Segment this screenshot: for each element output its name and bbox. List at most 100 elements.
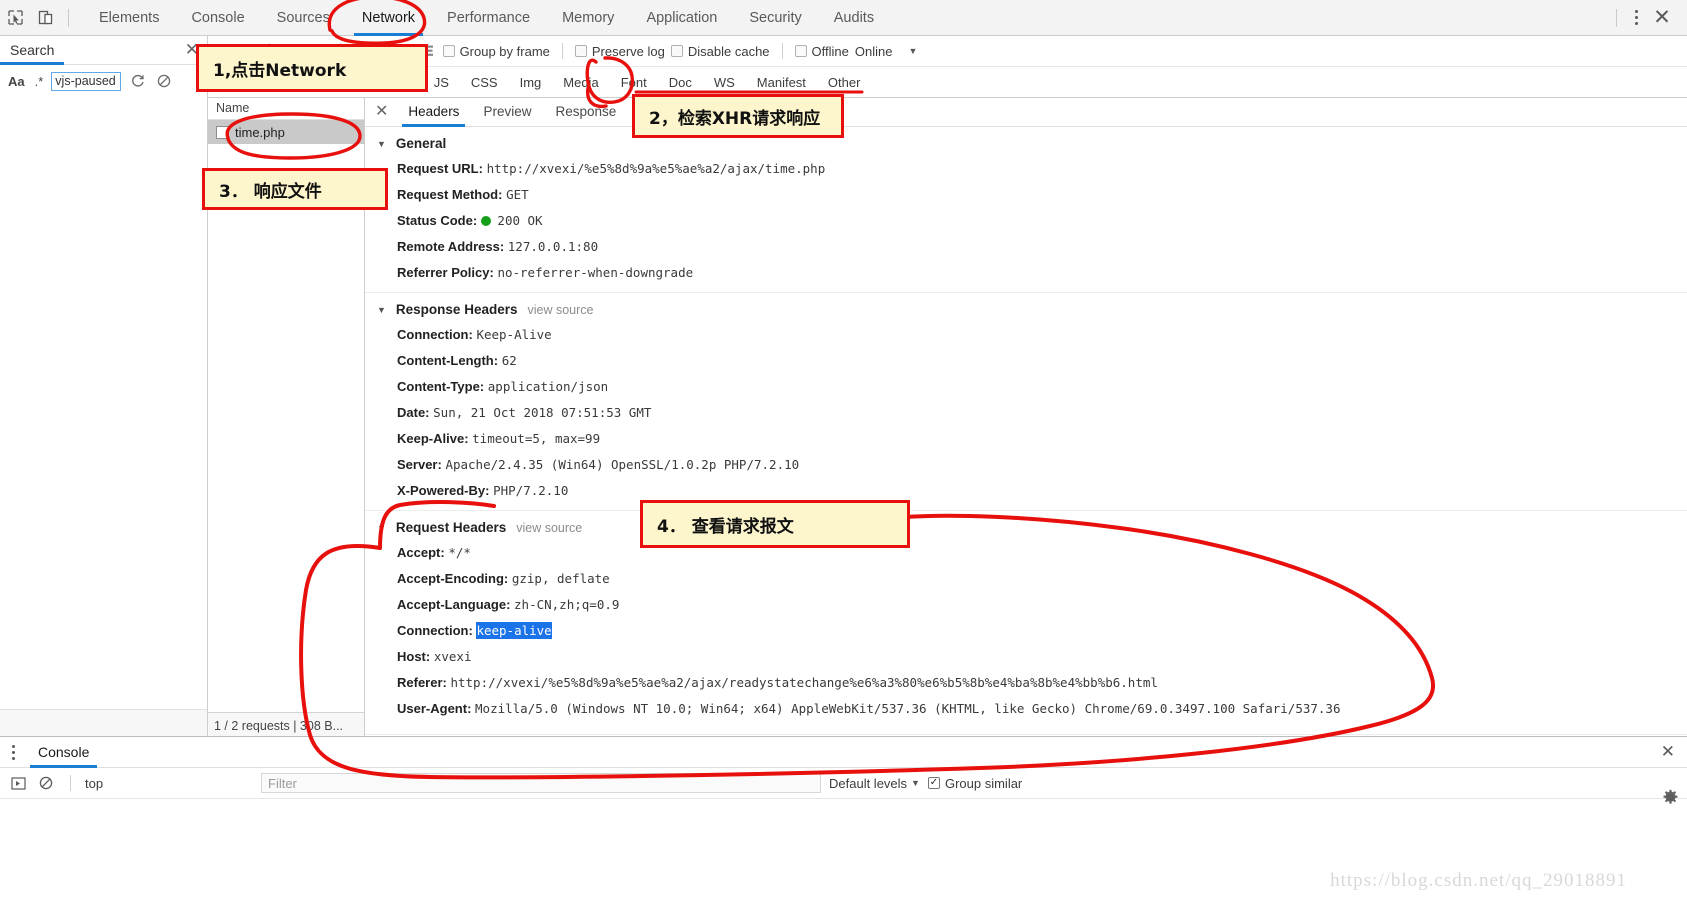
- header-key: Accept-Encoding:: [397, 571, 509, 586]
- close-devtools-icon[interactable]: ✕: [1647, 3, 1677, 33]
- clear-console-icon[interactable]: [36, 773, 56, 793]
- header-row-host: Host: xvexi: [365, 644, 1687, 670]
- log-levels-select[interactable]: Default levels ▼: [829, 776, 920, 791]
- tab-console[interactable]: Console: [175, 0, 260, 36]
- network-split-view: Name time.php 1 / 2 requests | 308 B... …: [208, 98, 1687, 738]
- request-list-column-name[interactable]: Name: [208, 98, 364, 120]
- header-value: Sun, 21 Oct 2018 07:51:53 GMT: [433, 405, 652, 420]
- tab-response[interactable]: Response: [543, 98, 628, 126]
- header-key: Accept-Language:: [397, 597, 511, 612]
- clear-icon[interactable]: [155, 72, 173, 90]
- header-value: */*: [448, 545, 471, 560]
- execution-context-select[interactable]: top: [85, 776, 253, 791]
- drawer-tab-bar: Console ✕: [0, 737, 1687, 768]
- more-options-icon[interactable]: [1625, 10, 1647, 25]
- group-similar-checkbox[interactable]: ✓ Group similar: [927, 776, 1022, 791]
- row-checkbox[interactable]: [216, 125, 229, 139]
- filter-type-img[interactable]: Img: [513, 74, 549, 91]
- header-key: Remote Address:: [397, 239, 505, 254]
- online-label: Online: [854, 43, 893, 59]
- search-input[interactable]: vjs-paused: [51, 71, 122, 91]
- console-filter-input[interactable]: Filter: [261, 773, 821, 793]
- tab-memory[interactable]: Memory: [546, 0, 630, 36]
- header-value: zh-CN,zh;q=0.9: [514, 597, 620, 612]
- header-value: Mozilla/5.0 (Windows NT 10.0; Win64; x64…: [475, 701, 1341, 716]
- table-row[interactable]: time.php: [208, 120, 364, 144]
- refresh-icon[interactable]: [129, 72, 147, 90]
- header-row-accept-encoding: Accept-Encoding: gzip, deflate: [365, 566, 1687, 592]
- header-row-server: Server: Apache/2.4.35 (Win64) OpenSSL/1.…: [365, 452, 1687, 478]
- search-pane-header: Search ✕: [0, 36, 207, 65]
- tab-headers[interactable]: Headers: [396, 98, 471, 127]
- settings-gear-icon[interactable]: [1662, 789, 1679, 809]
- inspect-element-icon[interactable]: [0, 3, 30, 33]
- chevron-down-icon[interactable]: ▼: [908, 46, 917, 56]
- section-general-title: General: [395, 136, 447, 151]
- offline-checkbox[interactable]: Offline: [794, 43, 849, 59]
- header-value: http://xvexi/%e5%8d%9a%e5%ae%a2/ajax/tim…: [486, 161, 826, 176]
- request-name: time.php: [235, 124, 285, 140]
- device-toolbar-icon[interactable]: [30, 3, 60, 33]
- regex-icon[interactable]: .*: [35, 74, 44, 89]
- filter-type-media[interactable]: Media: [556, 74, 605, 91]
- execute-context-icon[interactable]: [8, 773, 28, 793]
- header-value: gzip, deflate: [511, 571, 610, 586]
- filter-type-font[interactable]: Font: [614, 74, 654, 91]
- offline-label: Offline: [811, 43, 849, 59]
- filter-type-doc[interactable]: Doc: [662, 74, 699, 91]
- tab-application[interactable]: Application: [630, 0, 733, 36]
- tab-elements[interactable]: Elements: [83, 0, 175, 36]
- group-by-frame-checkbox[interactable]: Group by frame: [442, 44, 550, 59]
- filter-type-other[interactable]: Other: [821, 74, 868, 91]
- filter-type-ws[interactable]: WS: [707, 74, 742, 91]
- header-value: GET: [506, 187, 529, 202]
- disable-cache-checkbox[interactable]: Disable cache: [670, 44, 770, 59]
- toolbar-divider-right: [1616, 8, 1617, 27]
- tab-performance[interactable]: Performance: [431, 0, 546, 36]
- header-key: Accept:: [397, 545, 445, 560]
- header-key: Referer:: [397, 675, 447, 690]
- callout-step-2: 2，检索XHR请求响应: [632, 94, 844, 138]
- tab-console-drawer[interactable]: Console: [26, 737, 101, 768]
- section-request-headers[interactable]: ▼ Request Headers view source: [365, 510, 1687, 540]
- filter-type-js[interactable]: JS: [427, 74, 456, 91]
- preserve-log-checkbox[interactable]: Preserve log: [574, 44, 665, 59]
- section-general[interactable]: ▼ General: [365, 127, 1687, 156]
- filter-type-manifest[interactable]: Manifest: [750, 74, 813, 91]
- log-levels-label: Default levels: [829, 775, 908, 791]
- section-response-headers[interactable]: ▼ Response Headers view source: [365, 292, 1687, 322]
- close-icon[interactable]: ✕: [373, 102, 396, 122]
- chevron-down-icon: ▼: [911, 778, 920, 788]
- search-results-area: [0, 97, 207, 737]
- headers-content: ▼ General Request URL: http://xvexi/%e5%…: [365, 127, 1687, 735]
- header-value-selected: keep-alive: [476, 622, 552, 639]
- tab-search[interactable]: Search: [0, 36, 65, 65]
- header-row-connection: Connection: Keep-Alive: [365, 322, 1687, 348]
- view-source-link[interactable]: view source: [527, 303, 593, 317]
- filter-type-css[interactable]: CSS: [464, 74, 505, 91]
- tab-network[interactable]: Network: [346, 0, 431, 36]
- match-case-icon[interactable]: Aa: [6, 74, 27, 89]
- header-key: Content-Length:: [397, 353, 499, 368]
- header-key: Keep-Alive:: [397, 431, 469, 446]
- tab-security[interactable]: Security: [733, 0, 817, 36]
- header-row-request-method: Request Method: GET: [365, 182, 1687, 208]
- request-detail-pane: ✕ Headers Preview Response ▼ General Req…: [365, 98, 1687, 738]
- header-key: Status Code:: [397, 213, 478, 228]
- header-value: Keep-Alive: [476, 327, 552, 342]
- tab-sources[interactable]: Sources: [261, 0, 346, 36]
- header-key: Server:: [397, 457, 442, 472]
- close-drawer-icon[interactable]: ✕: [1661, 742, 1687, 762]
- tab-audits[interactable]: Audits: [818, 0, 890, 36]
- header-key: X-Powered-By:: [397, 483, 490, 498]
- section-response-headers-title: Response Headers: [395, 302, 518, 317]
- header-row-accept-language: Accept-Language: zh-CN,zh;q=0.9: [365, 592, 1687, 618]
- more-options-icon[interactable]: [0, 744, 26, 760]
- tab-preview[interactable]: Preview: [471, 98, 543, 126]
- header-value: PHP/7.2.10: [493, 483, 569, 498]
- view-source-link[interactable]: view source: [516, 521, 582, 535]
- section-divider: [365, 734, 1687, 735]
- network-toolbar-filters: Hide data URLs All XHR JS CSS Img Media …: [208, 67, 1687, 98]
- header-value: xvexi: [433, 649, 472, 664]
- checkbox-box-checked: ✓: [927, 777, 940, 789]
